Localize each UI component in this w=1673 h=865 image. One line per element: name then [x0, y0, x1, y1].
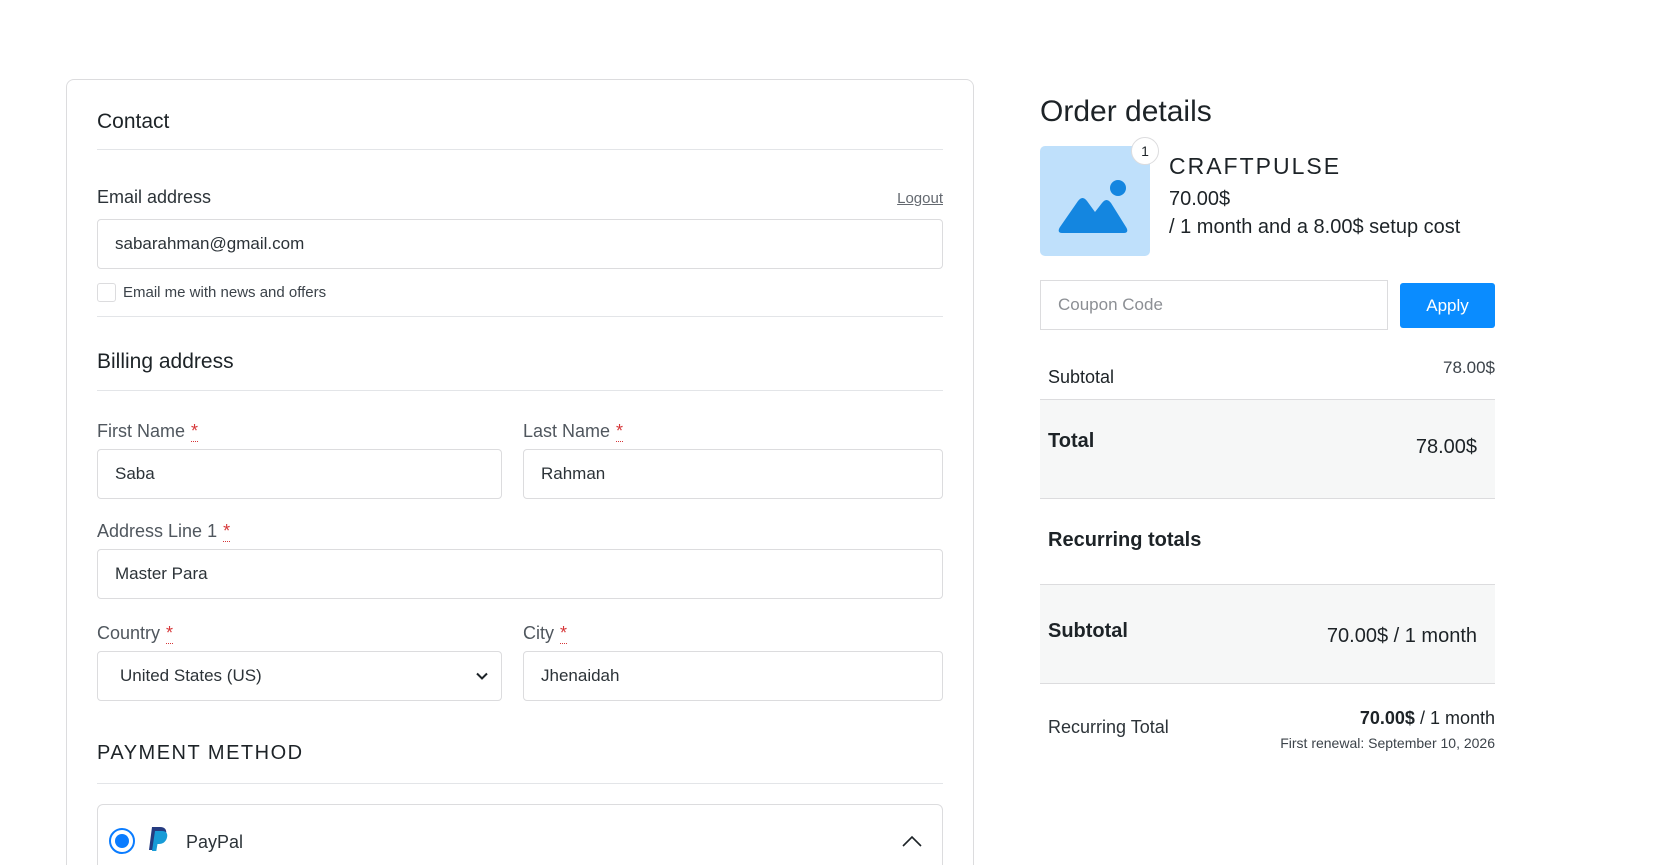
email-label: Email address — [97, 187, 212, 207]
apply-coupon-button[interactable]: Apply — [1400, 283, 1495, 328]
country-label-text: Country — [97, 623, 161, 643]
city-label: City * — [523, 623, 568, 644]
coupon-input[interactable]: Coupon Code — [1040, 280, 1388, 330]
last-name-label-text: Last Name — [523, 421, 611, 441]
subtotal-value: 78.00$ — [1443, 358, 1495, 377]
address-field[interactable]: Master Para — [97, 549, 943, 599]
first-name-label-text: First Name — [97, 421, 186, 441]
product-name: CRAFTPULSE — [1169, 153, 1342, 179]
total-value: 78.00$ — [1415, 436, 1477, 458]
email-field[interactable]: sabarahman@gmail.com — [97, 219, 943, 269]
logout-link[interactable]: Logout — [897, 190, 943, 207]
first-name-field[interactable]: Saba — [97, 449, 502, 499]
recurring-total-value: 70.00$ / 1 month — [1360, 708, 1495, 729]
subtotal-row: Subtotal 78.00$ — [1040, 355, 1495, 400]
required-mark: * — [616, 421, 624, 442]
total-label: Total — [1048, 430, 1095, 452]
required-mark: * — [223, 521, 231, 542]
city-field[interactable]: Jhenaidah — [523, 651, 943, 701]
country-label: Country * — [97, 623, 174, 644]
subtotal-label: Subtotal — [1048, 367, 1115, 387]
quantity-badge: 1 — [1131, 137, 1159, 165]
order-details-title: Order details — [1040, 95, 1212, 128]
payment-option-paypal[interactable]: PayPal — [97, 804, 943, 865]
paypal-icon — [149, 827, 168, 851]
payment-method-title: PAYMENT METHOD — [97, 742, 304, 764]
billing-title: Billing address — [97, 350, 234, 373]
first-renewal-date: First renewal: September 10, 2026 — [1280, 735, 1495, 751]
recurring-totals-header: Recurring totals — [1040, 499, 1495, 585]
recurring-subtotal-row: Subtotal 70.00$ / 1 month — [1040, 584, 1495, 684]
total-row: Total 78.00$ — [1040, 399, 1495, 499]
product-terms: / 1 month and a 8.00$ setup cost — [1169, 216, 1461, 238]
recurring-totals-title: Recurring totals — [1048, 529, 1202, 551]
newsletter-checkbox[interactable] — [97, 283, 116, 302]
last-name-field[interactable]: Rahman — [523, 449, 943, 499]
city-label-text: City — [523, 623, 554, 643]
recurring-total-amount: 70.00$ — [1359, 708, 1415, 728]
recurring-total-row: Recurring Total 70.00$ / 1 month First r… — [1040, 684, 1495, 754]
chevron-down-icon — [476, 672, 488, 680]
country-select-value: United States (US) — [120, 666, 262, 685]
image-placeholder-icon — [1058, 180, 1128, 233]
product-price: 70.00$ — [1169, 188, 1231, 210]
divider — [97, 316, 943, 317]
divider — [97, 783, 943, 784]
contact-title: Contact — [97, 110, 170, 133]
recurring-total-label: Recurring Total — [1048, 717, 1169, 737]
divider — [97, 390, 943, 391]
newsletter-label: Email me with news and offers — [123, 284, 327, 301]
required-mark: * — [560, 623, 568, 644]
recurring-subtotal-label: Subtotal — [1048, 620, 1128, 642]
checkout-form-card: Contact Email address Logout sabarahman@… — [66, 79, 974, 865]
product-thumbnail — [1040, 146, 1150, 256]
divider — [97, 149, 943, 150]
last-name-label: Last Name * — [523, 421, 624, 442]
paypal-radio[interactable] — [109, 828, 135, 854]
address-label-text: Address Line 1 — [97, 521, 218, 541]
address-label: Address Line 1 * — [97, 521, 231, 542]
chevron-up-icon[interactable] — [902, 835, 922, 847]
recurring-total-period: / 1 month — [1419, 708, 1495, 728]
required-mark: * — [166, 623, 174, 644]
country-select[interactable]: United States (US) — [97, 651, 502, 701]
required-mark: * — [191, 421, 199, 442]
recurring-subtotal-value: 70.00$ / 1 month — [1326, 625, 1477, 647]
paypal-label: PayPal — [186, 832, 244, 852]
first-name-label: First Name * — [97, 421, 199, 442]
